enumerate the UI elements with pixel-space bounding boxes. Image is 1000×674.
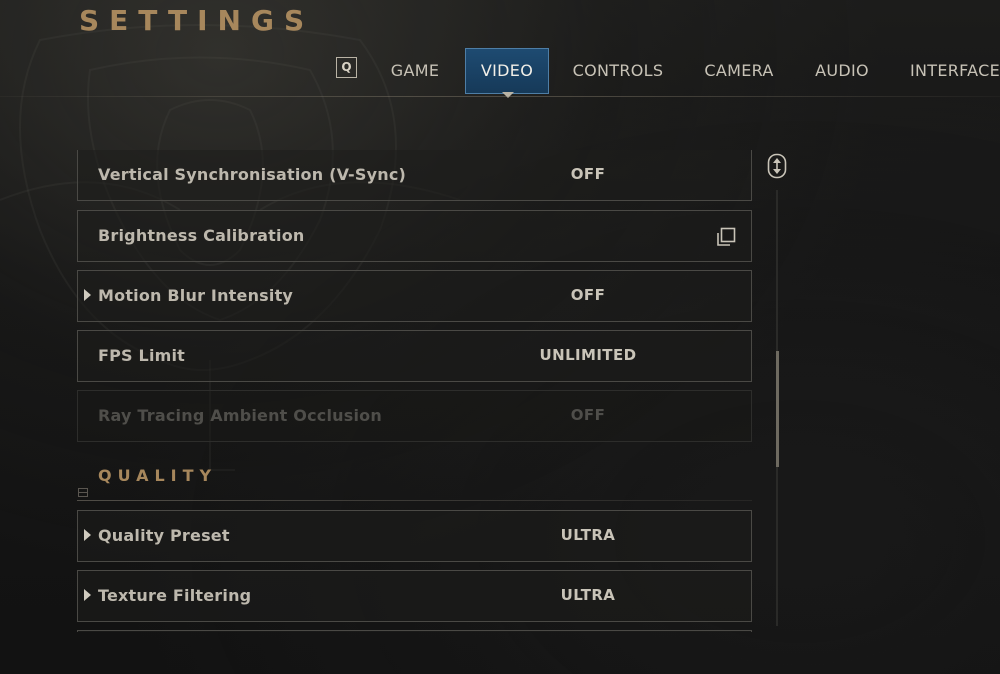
tab-audio[interactable]: AUDIO (805, 48, 879, 94)
scrollbar-thumb[interactable] (776, 351, 779, 467)
setting-label: Vertical Synchronisation (V-Sync) (98, 165, 407, 184)
settings-list: Vertical Synchronisation (V-Sync) OFF Br… (77, 150, 752, 632)
page-title: SETTINGS (79, 4, 315, 37)
external-link-icon[interactable] (715, 226, 737, 248)
setting-row-brightness-calibration[interactable]: Brightness Calibration (77, 210, 752, 262)
setting-label: Brightness Calibration (98, 226, 305, 245)
setting-label: Quality Preset (98, 526, 230, 545)
setting-label: Ray Tracing Ambient Occlusion (98, 406, 382, 425)
section-title-quality: QUALITY (98, 466, 218, 485)
setting-row-next-partial[interactable] (77, 630, 752, 632)
setting-label: FPS Limit (98, 346, 186, 365)
tab-bar-divider (0, 96, 1000, 97)
tab-interface[interactable]: INTERFACE (900, 48, 1000, 94)
setting-label: Motion Blur Intensity (98, 286, 294, 305)
active-tab-indicator (502, 92, 514, 98)
tab-bar: Q GAME VIDEO CONTROLS CAMERA AUDIO INTER… (0, 48, 1000, 94)
setting-value[interactable]: UNLIMITED (488, 331, 688, 380)
setting-value[interactable]: ULTRA (488, 571, 688, 620)
setting-row-ray-tracing-ao: Ray Tracing Ambient Occlusion OFF (77, 390, 752, 442)
setting-row-motion-blur[interactable]: Motion Blur Intensity OFF (77, 270, 752, 322)
setting-value: OFF (570, 406, 606, 424)
tab-camera[interactable]: CAMERA (695, 48, 783, 94)
expand-arrow-icon[interactable] (84, 289, 91, 301)
setting-value[interactable]: OFF (488, 150, 688, 199)
tab-video[interactable]: VIDEO (465, 48, 549, 94)
setting-row-texture-filtering[interactable]: Texture Filtering ULTRA (77, 570, 752, 622)
setting-label: Texture Filtering (98, 586, 252, 605)
section-marker-icon (78, 488, 88, 497)
tab-game[interactable]: GAME (378, 48, 452, 94)
setting-value[interactable]: OFF (488, 271, 688, 320)
scroll-handle-icon[interactable] (767, 153, 787, 179)
setting-row-quality-preset[interactable]: Quality Preset ULTRA (77, 510, 752, 562)
setting-row-fps-limit[interactable]: FPS Limit UNLIMITED (77, 330, 752, 382)
section-divider (77, 500, 752, 501)
expand-arrow-icon[interactable] (84, 529, 91, 541)
tab-prev-key-hint[interactable]: Q (336, 57, 357, 78)
expand-arrow-icon[interactable] (84, 589, 91, 601)
setting-value[interactable]: ULTRA (488, 511, 688, 560)
tab-controls[interactable]: CONTROLS (565, 48, 671, 94)
setting-row-vsync[interactable]: Vertical Synchronisation (V-Sync) OFF (77, 150, 752, 201)
